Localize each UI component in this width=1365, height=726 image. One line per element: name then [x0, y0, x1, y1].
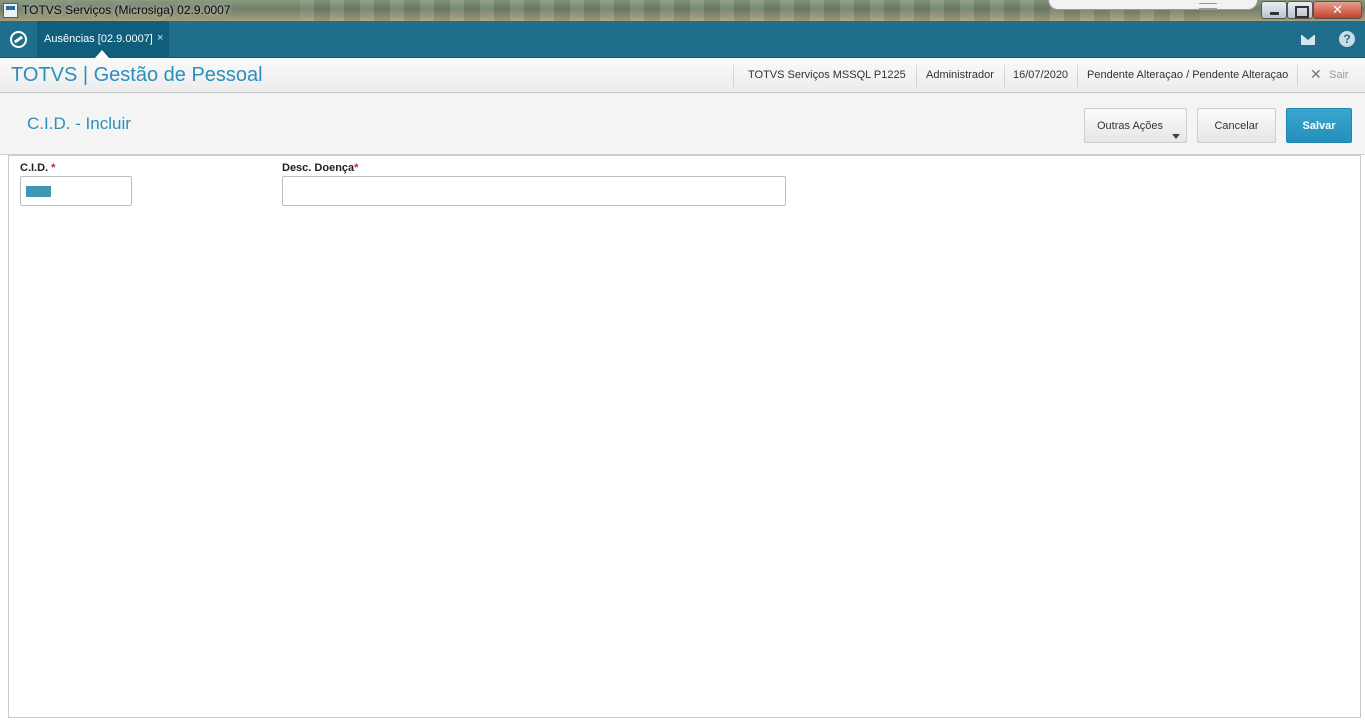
page-title: C.I.D. - Incluir: [27, 114, 131, 133]
app-window-icon: [3, 3, 18, 18]
environment-label: TOTVS Serviços MSSQL P1225: [748, 69, 906, 81]
maximize-button[interactable]: [1287, 1, 1313, 19]
desc-label-text: Desc. Doença: [282, 162, 355, 174]
cid-label-text: C.I.D.: [20, 162, 49, 174]
other-actions-button[interactable]: Outras Ações: [1084, 108, 1187, 143]
form-panel: C.I.D. * Desc. Doença*: [8, 155, 1361, 718]
user-label: Administrador: [926, 69, 994, 81]
status-label: Pendente Alteraçao / Pendente Alteraçao: [1087, 69, 1289, 81]
divider: [916, 65, 917, 87]
exit-button[interactable]: Sair: [1329, 69, 1349, 81]
window-title: TOTVS Serviços (Microsiga) 02.9.0007: [22, 3, 231, 17]
page-header: C.I.D. - Incluir Outras Ações Cancelar S…: [0, 93, 1365, 155]
minimize-button[interactable]: [1261, 1, 1287, 19]
divider: [1077, 65, 1078, 87]
divider: [1297, 65, 1298, 87]
save-button[interactable]: Salvar: [1286, 108, 1352, 143]
help-icon[interactable]: ?: [1339, 31, 1355, 47]
required-marker: *: [48, 162, 56, 174]
text-selection-highlight: [26, 186, 51, 197]
tab-ausencias[interactable]: Ausências [02.9.0007] ×: [37, 21, 169, 58]
mail-icon[interactable]: [1301, 35, 1315, 45]
close-window-button[interactable]: ✕: [1313, 1, 1362, 19]
app-bar: Ausências [02.9.0007] × ?: [0, 21, 1365, 58]
divider: [1004, 65, 1005, 87]
tab-close-icon[interactable]: ×: [157, 32, 163, 44]
window-title-bar[interactable]: TOTVS Serviços (Microsiga) 02.9.0007 ✕: [0, 0, 1365, 21]
cid-field-label: C.I.D. *: [20, 162, 55, 174]
required-marker: *: [354, 162, 359, 174]
desc-field-label: Desc. Doença*: [282, 162, 358, 174]
tab-label: Ausências [02.9.0007]: [44, 33, 153, 45]
chevron-down-icon: [1172, 134, 1180, 139]
desc-doenca-input[interactable]: [282, 176, 786, 206]
exit-icon[interactable]: ✕: [1310, 66, 1322, 83]
active-tab-indicator: [95, 50, 109, 58]
module-header: TOTVS | Gestão de Pessoal TOTVS Serviços…: [0, 58, 1365, 93]
totvs-logo-icon[interactable]: [10, 31, 27, 48]
divider: [733, 65, 734, 87]
other-actions-label: Outras Ações: [1097, 119, 1164, 132]
date-label: 16/07/2020: [1013, 69, 1069, 81]
close-icon: ✕: [1332, 2, 1343, 17]
window-notch-handle: [1048, 0, 1258, 10]
cid-input[interactable]: [20, 176, 132, 206]
cancel-button[interactable]: Cancelar: [1197, 108, 1276, 143]
module-title: TOTVS | Gestão de Pessoal: [11, 64, 263, 86]
